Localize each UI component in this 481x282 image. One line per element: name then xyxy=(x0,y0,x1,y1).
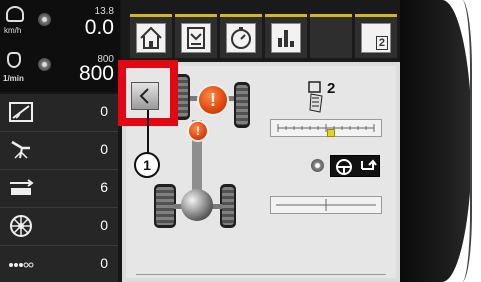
back-button[interactable] xyxy=(131,82,159,110)
remote-control-icon xyxy=(306,80,326,114)
sidebar-row-wheel[interactable]: 0 xyxy=(0,208,118,246)
chevron-left-icon xyxy=(139,88,149,104)
tab-stopwatch[interactable] xyxy=(220,14,262,58)
sidebar-row-slope[interactable]: 0 xyxy=(0,94,118,132)
rear-axle-scale-ticks xyxy=(276,199,376,211)
divider xyxy=(136,274,386,275)
rpm-indicator-dot xyxy=(38,58,51,71)
sidebar: 0 0 6 0 0 xyxy=(0,94,120,282)
bar-chart-icon xyxy=(271,23,301,53)
rear-right-wheel xyxy=(220,184,236,228)
front-axle-scale-marker[interactable] xyxy=(326,129,335,137)
width-arrows-icon xyxy=(10,179,34,195)
mode-indicator-dot xyxy=(311,159,324,172)
bezel-edge xyxy=(462,0,472,282)
warning-icon-small: ! xyxy=(189,122,207,140)
status-header: km/h 13.8 0.0 1/min 800 800 xyxy=(0,0,120,92)
sidebar-value: 0 xyxy=(100,141,108,157)
tab-page-2[interactable]: 2 xyxy=(355,14,397,58)
steering-wheel-icon xyxy=(336,159,352,175)
speed-gauge-icon xyxy=(6,6,24,22)
sidebar-value: 6 xyxy=(100,179,108,195)
warning-icon-large: ! xyxy=(199,86,227,114)
rpm-gauge-icon xyxy=(7,52,21,68)
tab-statistics[interactable] xyxy=(265,14,307,58)
sidebar-row-dots[interactable]: 0 xyxy=(0,246,118,282)
book-icon xyxy=(181,23,211,53)
arrow-swap-icon xyxy=(361,159,377,170)
sidebar-row-lift[interactable]: 0 xyxy=(0,132,118,170)
rpm-unit: 1/min xyxy=(3,74,24,83)
rear-axle-hub xyxy=(181,189,213,221)
speed-value: 0.0 xyxy=(84,16,114,39)
callout-number: 1 xyxy=(143,157,151,173)
front-right-wheel xyxy=(234,82,250,128)
sidebar-value: 0 xyxy=(100,217,108,233)
bezel xyxy=(400,0,481,282)
speed-indicator-dot xyxy=(38,13,51,26)
wheel-icon xyxy=(10,215,32,237)
speed-unit: km/h xyxy=(4,26,22,35)
sidebar-value: 0 xyxy=(100,255,108,271)
implement-lift-icon xyxy=(11,140,30,159)
home-icon xyxy=(136,23,166,53)
dots-icon xyxy=(9,262,34,268)
page-2-label: 2 xyxy=(375,36,388,50)
rpm-value: 800 xyxy=(78,62,114,85)
tab-book[interactable] xyxy=(175,14,217,58)
tab-home[interactable] xyxy=(130,14,172,58)
slope-icon xyxy=(9,102,33,122)
sidebar-value: 0 xyxy=(100,103,108,119)
remote-number: 2 xyxy=(327,80,336,97)
rear-left-wheel xyxy=(154,184,176,228)
callout-marker: 1 xyxy=(134,152,160,178)
display-screen: km/h 13.8 0.0 1/min 800 800 0 0 6 0 0 2 … xyxy=(0,0,400,282)
page-2-icon: 2 xyxy=(361,23,391,53)
steering-mode-button[interactable] xyxy=(330,155,380,177)
callout-line xyxy=(147,110,149,154)
sidebar-row-width[interactable]: 6 xyxy=(0,170,118,208)
tab-empty[interactable] xyxy=(310,14,352,58)
stopwatch-icon xyxy=(226,23,256,53)
